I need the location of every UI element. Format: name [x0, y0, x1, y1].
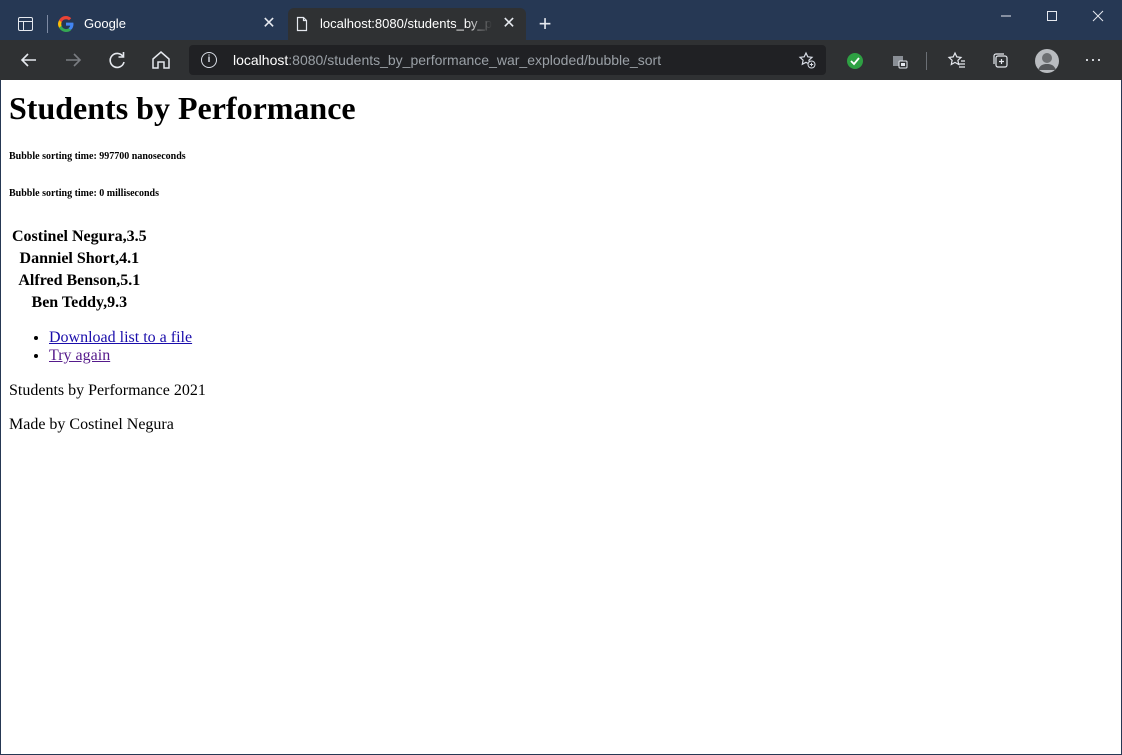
extension-check-icon[interactable] — [844, 50, 866, 72]
tab-title: Google — [84, 16, 126, 31]
new-tab-icon[interactable]: + — [533, 12, 557, 36]
tab-google[interactable]: Google ✕ — [52, 8, 286, 40]
tab-title: localhost:8080/students_by_performance_w… — [320, 16, 492, 31]
tab-actions-menu-icon[interactable] — [12, 12, 38, 38]
page-viewport: Students by Performance Bubble sorting t… — [1, 80, 1121, 754]
sort-time-nanoseconds: Bubble sorting time: 997700 nanoseconds — [9, 151, 186, 162]
refresh-icon[interactable] — [105, 48, 129, 72]
list-item: Try again — [49, 347, 192, 365]
more-options-icon[interactable]: ··· — [1082, 48, 1104, 70]
student-cell: Danniel Short,4.1 — [19, 250, 140, 267]
address-url[interactable]: localhost:8080/students_by_performance_w… — [233, 52, 661, 68]
action-links-list: Download list to a file Try again — [9, 329, 192, 365]
students-table: Costinel Negura,3.5 Danniel Short,4.1 Al… — [9, 225, 150, 315]
table-row: Ben Teddy,9.3 — [11, 293, 148, 313]
page-icon — [296, 16, 308, 32]
table-row: Alfred Benson,5.1 — [11, 271, 148, 291]
browser-toolbar: i localhost:8080/students_by_performance… — [0, 40, 1122, 80]
footer-copyright: Students by Performance 2021 — [9, 382, 206, 399]
add-favorite-icon[interactable] — [798, 51, 816, 69]
tab-strip: Google ✕ localhost:8080/students_by_perf… — [0, 0, 1122, 40]
url-path: :8080/students_by_performance_war_explod… — [288, 52, 662, 68]
footer-author: Made by Costinel Negura — [9, 416, 174, 433]
collections-icon[interactable] — [990, 50, 1012, 72]
maximize-icon[interactable] — [1029, 0, 1075, 32]
list-item: Download list to a file — [49, 329, 192, 347]
back-arrow-icon[interactable] — [17, 48, 41, 72]
minimize-icon[interactable] — [983, 0, 1029, 32]
sort-time-milliseconds: Bubble sorting time: 0 milliseconds — [9, 188, 160, 199]
close-window-icon[interactable] — [1075, 0, 1121, 32]
profile-avatar-icon[interactable] — [1034, 48, 1060, 74]
toolbar-separator — [926, 52, 927, 70]
student-cell: Ben Teddy,9.3 — [31, 294, 128, 311]
download-list-link[interactable]: Download list to a file — [49, 329, 192, 346]
table-row: Danniel Short,4.1 — [11, 249, 148, 269]
google-g-icon — [58, 16, 74, 32]
page-title: Students by Performance — [9, 90, 356, 126]
tab-separator — [47, 15, 48, 33]
student-cell: Alfred Benson,5.1 — [18, 272, 141, 289]
url-host: localhost — [233, 52, 289, 68]
favorites-icon[interactable] — [946, 50, 968, 72]
home-icon[interactable] — [149, 48, 173, 72]
close-tab-icon[interactable]: ✕ — [260, 15, 278, 33]
address-bar[interactable]: i localhost:8080/students_by_performance… — [189, 45, 826, 75]
site-info-icon[interactable]: i — [201, 52, 217, 68]
extension-icon[interactable] — [888, 50, 910, 72]
forward-arrow-icon[interactable] — [61, 48, 85, 72]
try-again-link[interactable]: Try again — [49, 347, 110, 364]
table-row: Costinel Negura,3.5 — [11, 227, 148, 247]
tab-bubble-sort[interactable]: localhost:8080/students_by_performance_w… — [288, 8, 526, 40]
close-tab-icon[interactable]: ✕ — [500, 15, 518, 33]
browser-window: Google ✕ localhost:8080/students_by_perf… — [0, 0, 1122, 755]
student-cell: Costinel Negura,3.5 — [12, 228, 147, 245]
